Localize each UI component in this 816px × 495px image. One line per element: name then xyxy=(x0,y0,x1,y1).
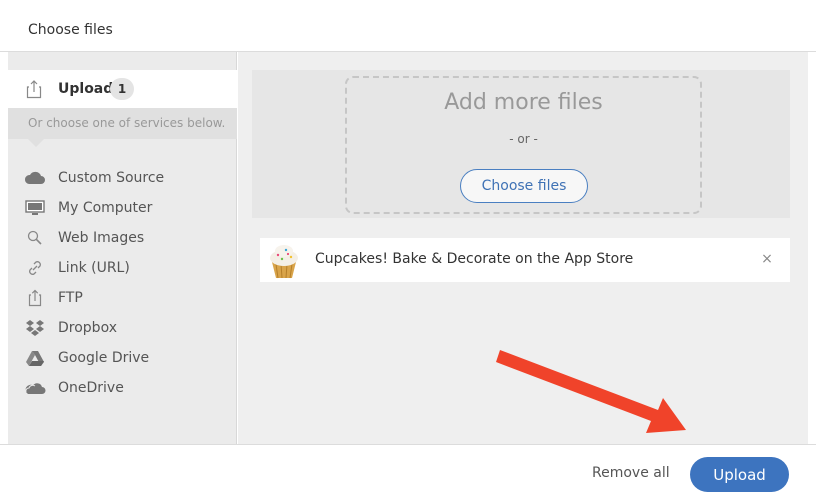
remove-all-button[interactable]: Remove all xyxy=(592,465,670,481)
upload-icon xyxy=(26,80,42,99)
dialog-title: Choose files xyxy=(28,22,113,38)
dialog-footer: Remove all Upload xyxy=(0,444,816,495)
search-icon xyxy=(27,230,42,245)
upload-count-badge: 1 xyxy=(110,78,134,100)
upload-icon xyxy=(28,289,42,307)
sidebar: Upload 1 Or choose one of services below… xyxy=(8,52,237,444)
service-label: OneDrive xyxy=(58,380,124,396)
service-label: Web Images xyxy=(58,230,145,246)
sidebar-item-my-computer[interactable]: My Computer xyxy=(8,193,237,223)
file-dropzone[interactable]: Add more files - or - Choose files xyxy=(345,76,702,214)
service-label: FTP xyxy=(58,290,83,306)
main-panel: Add more files - or - Choose files Cupca… xyxy=(238,52,808,444)
file-name: Cupcakes! Bake & Decorate on the App Sto… xyxy=(315,251,634,267)
service-label: My Computer xyxy=(58,200,153,216)
sidebar-item-google-drive[interactable]: Google Drive xyxy=(8,343,237,373)
sidebar-item-onedrive[interactable]: OneDrive xyxy=(8,373,237,403)
dialog-header: Choose files xyxy=(0,0,816,52)
sidebar-item-web-images[interactable]: Web Images xyxy=(8,223,237,253)
choose-files-button[interactable]: Choose files xyxy=(460,169,588,203)
onedrive-icon xyxy=(25,383,46,394)
file-list-item: Cupcakes! Bake & Decorate on the App Sto… xyxy=(260,238,790,282)
upload-button[interactable]: Upload xyxy=(690,457,789,492)
dropbox-icon xyxy=(26,320,44,336)
services-hint: Or choose one of services below. xyxy=(8,108,237,147)
upload-tab-label: Upload xyxy=(58,81,114,97)
or-separator: - or - xyxy=(509,132,538,146)
service-list: Custom Source My Computer Web Images Lin… xyxy=(8,163,237,403)
sidebar-item-link-url[interactable]: Link (URL) xyxy=(8,253,237,283)
add-more-files-title: Add more files xyxy=(444,90,603,115)
service-label: Dropbox xyxy=(58,320,117,336)
google-drive-icon xyxy=(26,351,44,366)
sidebar-item-dropbox[interactable]: Dropbox xyxy=(8,313,237,343)
service-label: Link (URL) xyxy=(58,260,130,276)
cupcake-thumbnail xyxy=(270,245,298,279)
sidebar-item-upload[interactable]: Upload 1 xyxy=(8,70,237,108)
sidebar-item-ftp[interactable]: FTP xyxy=(8,283,237,313)
service-label: Google Drive xyxy=(58,350,150,366)
remove-file-button[interactable]: × xyxy=(758,250,776,268)
cloud-icon xyxy=(24,171,45,184)
service-label: Custom Source xyxy=(58,170,165,186)
monitor-icon xyxy=(25,200,45,215)
link-icon xyxy=(29,261,41,275)
sidebar-item-custom-source[interactable]: Custom Source xyxy=(8,163,237,193)
